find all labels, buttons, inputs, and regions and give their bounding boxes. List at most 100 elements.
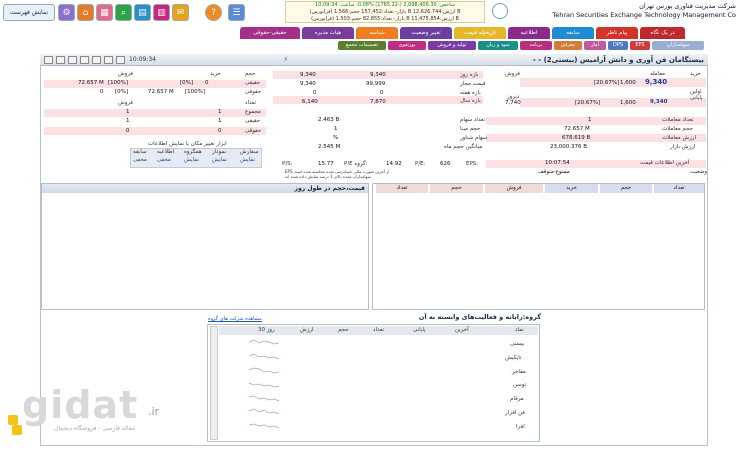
tab-board[interactable]: هیات مدیره — [302, 27, 354, 39]
sparkline — [248, 408, 280, 415]
tool-chart-top[interactable]: نمودار — [212, 149, 226, 155]
filter-icon[interactable] — [104, 56, 113, 64]
subtab-eps[interactable]: EPS — [630, 41, 650, 50]
help-icon[interactable]: ? — [205, 4, 222, 21]
group-row-symbol[interactable]: مرقام — [510, 396, 524, 402]
tool-order-toggle[interactable]: نمایش — [240, 157, 255, 163]
message-icon[interactable]: ✉ — [172, 4, 189, 21]
client-legal-sell: 72.657 M — [148, 89, 174, 95]
chart-icon[interactable]: ▥ — [153, 4, 170, 21]
subtab-dps[interactable]: DPS — [608, 41, 628, 50]
gear-icon[interactable]: ⚙ — [58, 4, 75, 21]
ob-header-count-buy: تعداد — [654, 184, 704, 193]
market-cap-value: 23,000.376 B — [550, 144, 588, 150]
refresh-icon[interactable] — [68, 56, 77, 64]
tool-chart-toggle[interactable]: نمایش — [212, 157, 227, 163]
subtab-shareholders[interactable]: سهامداران — [652, 41, 704, 50]
pe-value: 14.92 — [386, 161, 402, 167]
tool-order-top[interactable]: سفارش — [240, 149, 258, 155]
allowed-price-high: 99,999 — [366, 81, 386, 87]
home-icon[interactable]: ⌂ — [77, 4, 94, 21]
ob-header-count-sell: تعداد — [376, 184, 428, 193]
subtab-intro[interactable]: معرفی — [554, 41, 582, 50]
group-pe-label: P/E گروه: — [344, 161, 368, 167]
eps-value: 626 — [440, 161, 451, 167]
company-name: شرکت مدیریت فناوری بورس تهران Tehran Sec… — [496, 2, 736, 20]
tab-identifier[interactable]: شناسه — [356, 27, 398, 39]
group-col-symbol: نماد — [515, 327, 524, 333]
top-bar: نمایش فهرست ⚙ ⌂ ▦ ⌕ ▤ ▥ ✉ ? ☰ شاخص: 2,09… — [0, 0, 740, 24]
tab-real-legal[interactable]: حقیقی-حقوقی — [240, 27, 300, 39]
total-sell: 1 — [218, 109, 222, 115]
market-index-box: شاخص: 2,098,406.30 (-1765.22) %0.08- ساع… — [285, 1, 485, 23]
group-row-symbol[interactable]: تاپکیش — [505, 355, 521, 361]
tab-at-a-glance[interactable]: در یک نگاه — [640, 27, 685, 39]
group-row-symbol[interactable]: مفاخر — [512, 369, 526, 375]
last-change: 1,600 — [620, 80, 636, 86]
chart-small-icon[interactable] — [116, 56, 125, 64]
account-icon[interactable]: ☰ — [228, 4, 245, 21]
real-count-label: حقیقی — [245, 118, 261, 124]
tab-status-change[interactable]: تغییر وضعیت — [400, 27, 452, 39]
subtab-portfolio[interactable]: پورتفوی — [388, 41, 426, 50]
show-list-button[interactable]: نمایش فهرست — [3, 4, 55, 21]
client-real-label: حقیقی — [245, 80, 261, 86]
watermark-suffix: .ir — [148, 405, 160, 418]
group-row-symbol[interactable]: توسن — [513, 382, 526, 388]
tool-history-top[interactable]: سابقه — [133, 149, 147, 155]
status-value: ممنوع-متوقف — [538, 169, 570, 175]
tool-announce-top[interactable]: اطلاعیه — [157, 149, 174, 155]
group-row-symbol[interactable]: بیستی — [510, 341, 524, 347]
group-col-last: آخرین — [455, 327, 469, 333]
legal-count-buy: 0 — [126, 128, 130, 134]
group-companies-link[interactable]: مشاهده شرکت های گروه — [208, 316, 262, 322]
week-range-low: 0 — [313, 90, 317, 96]
tab-supervisor-message[interactable]: پیام ناظر — [596, 27, 638, 39]
print-icon[interactable] — [44, 56, 53, 64]
search-icon[interactable]: ⌕ — [115, 4, 132, 21]
sparkline — [248, 395, 280, 402]
tool-announce-toggle[interactable]: مخفی — [157, 157, 171, 163]
subtab-production-sales[interactable]: تولید و فروش — [428, 41, 476, 50]
client-row-bg — [44, 127, 266, 135]
group-col-value: ارزش — [300, 327, 314, 333]
client-row-bg — [44, 109, 266, 117]
tool-group-toggle[interactable]: نمایش — [184, 157, 199, 163]
tab-history[interactable]: سابقه — [552, 27, 594, 39]
last-info-time: 10:07:54 — [545, 160, 570, 166]
settings-icon[interactable] — [80, 56, 89, 64]
subtab-stats[interactable]: آمار — [584, 41, 606, 50]
sparkline — [248, 353, 280, 360]
sparkline — [248, 382, 280, 388]
export-icon[interactable] — [92, 56, 101, 64]
total-label: مجموع — [245, 109, 261, 115]
shareholders-note: سهامداران عمده بالای 1 درصد نمایش داده ش… — [285, 174, 371, 179]
group-row-symbol[interactable]: فن افزار — [505, 410, 525, 416]
grid-icon[interactable]: ▦ — [96, 4, 113, 21]
subtab-program[interactable]: برنامه — [520, 41, 552, 50]
txn-count-label: تعداد معاملات — [662, 117, 694, 123]
subtab-assembly[interactable]: تصمیمات مجمع — [338, 41, 386, 50]
tab-announcements[interactable]: اطلاعیه — [508, 27, 550, 39]
calendar-icon[interactable]: ▤ — [134, 4, 151, 21]
ps-label: P/S: — [282, 161, 293, 167]
watermark: gidat .ir مقاله فارسی - فروشگاه دیجیتال — [8, 383, 178, 443]
subtab-profit-loss[interactable]: سود و زیان — [478, 41, 518, 50]
base-volume-label: حجم مبنا — [460, 126, 481, 132]
ob-header-volume-buy: حجم — [600, 184, 652, 193]
group-row-symbol[interactable]: افرا — [516, 424, 525, 430]
client-legal-buy-pct: [0%] — [115, 89, 129, 95]
tool-group-top[interactable]: همگروه — [184, 149, 202, 155]
tab-price-history[interactable]: تاریخچه قیمت — [454, 27, 506, 39]
week-range-label: بازه هفته — [460, 90, 481, 96]
close-price: 9,340 — [650, 99, 668, 105]
client-count-label: تعداد — [245, 100, 257, 106]
tool-history-toggle[interactable]: مخفی — [133, 157, 147, 163]
sparkline — [248, 367, 280, 374]
client-legal-sell-pct: [100%] — [185, 89, 206, 95]
copy-icon[interactable] — [56, 56, 65, 64]
day-range-label: بازه روز — [460, 72, 479, 78]
client-buy-header: خرید — [210, 71, 221, 77]
group-scrollbar[interactable] — [210, 326, 218, 440]
txn-value-value: 678.619 B — [562, 135, 591, 141]
